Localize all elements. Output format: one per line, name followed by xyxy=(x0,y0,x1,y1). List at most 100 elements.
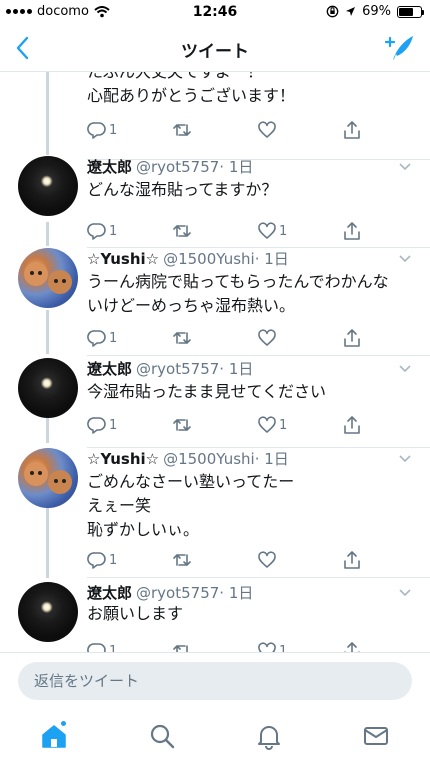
user-handle[interactable]: @ryot5757 xyxy=(136,584,219,602)
retweet-button[interactable] xyxy=(172,119,192,141)
share-button[interactable] xyxy=(342,327,362,349)
avatar[interactable] xyxy=(18,156,78,216)
reply-icon xyxy=(87,552,106,569)
tweet-text: 今湿布貼ったまま見せてください xyxy=(87,380,326,404)
share-button[interactable] xyxy=(342,414,362,436)
user-handle[interactable]: @1500Yushi xyxy=(163,450,255,468)
reply-icon xyxy=(87,223,106,240)
reply-button[interactable]: 1 xyxy=(87,414,117,436)
retweet-button[interactable] xyxy=(172,220,192,242)
tweet[interactable]: 遼太郎 @ryot5757· 1日 どんな湿布貼ってますか？ 1 1 xyxy=(0,156,430,248)
like-button[interactable]: 1 xyxy=(257,414,287,436)
share-button[interactable] xyxy=(342,640,362,652)
tweet-line: うーん病院で貼ってもらったんでわかんな xyxy=(87,272,389,291)
avatar[interactable] xyxy=(18,358,78,418)
tweet-text: お願いします xyxy=(87,602,183,626)
retweet-button[interactable] xyxy=(172,549,192,571)
avatar[interactable] xyxy=(18,248,78,308)
avatar[interactable] xyxy=(18,582,78,642)
status-bar: docomo 12:46 69% xyxy=(0,0,430,24)
nav-bar: ツイート xyxy=(0,24,430,72)
reply-button[interactable]: 1 xyxy=(87,119,117,141)
tweet[interactable]: 遼太郎 @ryot5757· 1日 今湿布貼ったまま見せてください 1 1 xyxy=(0,358,430,448)
notifications-icon xyxy=(258,726,280,750)
like-icon xyxy=(258,329,276,346)
reply-count: 1 xyxy=(109,122,118,138)
share-button[interactable] xyxy=(342,549,362,571)
avatar-face xyxy=(24,462,48,486)
user-handle[interactable]: @1500Yushi xyxy=(163,250,255,268)
tweet-text: うーん病院で貼ってもらったんでわかんな いけどーめっちゃ湿布熱い。 xyxy=(87,270,389,318)
share-button[interactable] xyxy=(342,119,362,141)
like-button[interactable] xyxy=(257,119,277,141)
tweet-line: お願いします xyxy=(87,604,184,623)
reply-button[interactable]: 1 xyxy=(87,640,117,652)
tweet[interactable]: 遼太郎 @ryot5757· 1日 お願いします 1 1 xyxy=(0,582,430,652)
reply-button[interactable]: 1 xyxy=(87,220,117,242)
tweet-time: · 1日 xyxy=(254,450,289,468)
tweet-line: いけどーめっちゃ湿布熱い。 xyxy=(87,296,296,315)
chevron-down-icon[interactable] xyxy=(398,162,412,172)
tab-notifications[interactable] xyxy=(255,722,283,750)
tweet-text: たぶん大丈夫ですよー！ 心配ありがとうございます！ xyxy=(87,72,295,108)
user-handle[interactable]: @ryot5757 xyxy=(136,158,219,176)
share-icon xyxy=(344,642,360,652)
retweet-icon xyxy=(173,554,191,566)
display-name[interactable]: ☆Yushi☆ xyxy=(87,250,159,268)
reply-bar: 返信をツイート xyxy=(0,652,430,708)
reply-count: 1 xyxy=(109,552,118,568)
page-title: ツイート xyxy=(181,42,249,62)
tweet-line: どんな湿布貼ってますか？ xyxy=(87,180,278,199)
display-name[interactable]: 遼太郎 xyxy=(87,360,132,378)
tab-search[interactable] xyxy=(148,722,176,750)
reply-button[interactable]: 1 xyxy=(87,327,117,349)
like-button[interactable]: 1 xyxy=(257,640,287,652)
display-name[interactable]: ☆Yushi☆ xyxy=(87,450,159,468)
chevron-down-icon[interactable] xyxy=(398,588,412,598)
share-icon xyxy=(344,329,360,347)
tweet-text: どんな湿布貼ってますか？ xyxy=(87,178,277,202)
reply-count: 1 xyxy=(109,223,118,239)
tweet-line: 恥ずかしいぃ。 xyxy=(87,520,200,539)
divider xyxy=(87,577,430,578)
tweet[interactable]: たぶん大丈夫ですよー！ 心配ありがとうございます！ 1 xyxy=(0,72,430,160)
retweet-button[interactable] xyxy=(172,327,192,349)
user-handle[interactable]: @ryot5757 xyxy=(136,360,219,378)
tweet-line: 心配ありがとうございます！ xyxy=(87,86,296,105)
tab-home[interactable] xyxy=(40,720,68,750)
chevron-down-icon[interactable] xyxy=(398,254,412,264)
like-button[interactable] xyxy=(257,549,277,571)
retweet-button[interactable] xyxy=(172,414,192,436)
reply-input[interactable]: 返信をツイート xyxy=(18,662,412,700)
like-button[interactable]: 1 xyxy=(257,220,287,242)
chevron-down-icon[interactable] xyxy=(398,454,412,464)
location-icon xyxy=(346,7,356,16)
tweet-line: ごめんなさーい塾いってたー xyxy=(87,472,295,491)
tweet-time: · 1日 xyxy=(219,584,254,602)
battery-fill xyxy=(399,7,414,16)
conversation-timeline[interactable]: たぶん大丈夫ですよー！ 心配ありがとうございます！ 1 遼太郎@ryot5757… xyxy=(0,72,430,652)
tweet[interactable]: ☆Yushi☆ @1500Yushi· 1日 うーん病院で貼ってもらったんでわかん… xyxy=(0,248,430,356)
tab-messages[interactable] xyxy=(362,722,390,750)
tweet-actions: 1 xyxy=(87,119,377,141)
display-name[interactable]: 遼太郎 xyxy=(87,158,132,176)
battery-icon xyxy=(397,5,424,18)
retweet-button[interactable] xyxy=(172,640,192,652)
share-icon xyxy=(344,121,360,139)
like-button[interactable] xyxy=(257,327,277,349)
tweet[interactable]: ☆Yushi☆ @1500Yushi· 1日 ごめんなさーい塾いってたー えぇー笑… xyxy=(0,448,430,578)
display-name[interactable]: 遼太郎 xyxy=(87,584,132,602)
chevron-down-icon[interactable] xyxy=(398,364,412,374)
tweet-actions: 1 1 xyxy=(87,414,377,436)
avatar[interactable] xyxy=(18,448,78,508)
new-content-dot xyxy=(60,720,67,727)
like-count: 1 xyxy=(279,417,288,433)
tweet-header: ☆Yushi☆ @1500Yushi· 1日 xyxy=(87,248,289,269)
share-button[interactable] xyxy=(342,220,362,242)
avatar-face xyxy=(48,470,72,494)
reply-button[interactable]: 1 xyxy=(87,549,117,571)
tweet-time: · 1日 xyxy=(254,250,289,268)
like-icon xyxy=(258,642,276,652)
compose-tweet-icon[interactable] xyxy=(384,33,416,63)
avatar-face xyxy=(48,270,72,294)
